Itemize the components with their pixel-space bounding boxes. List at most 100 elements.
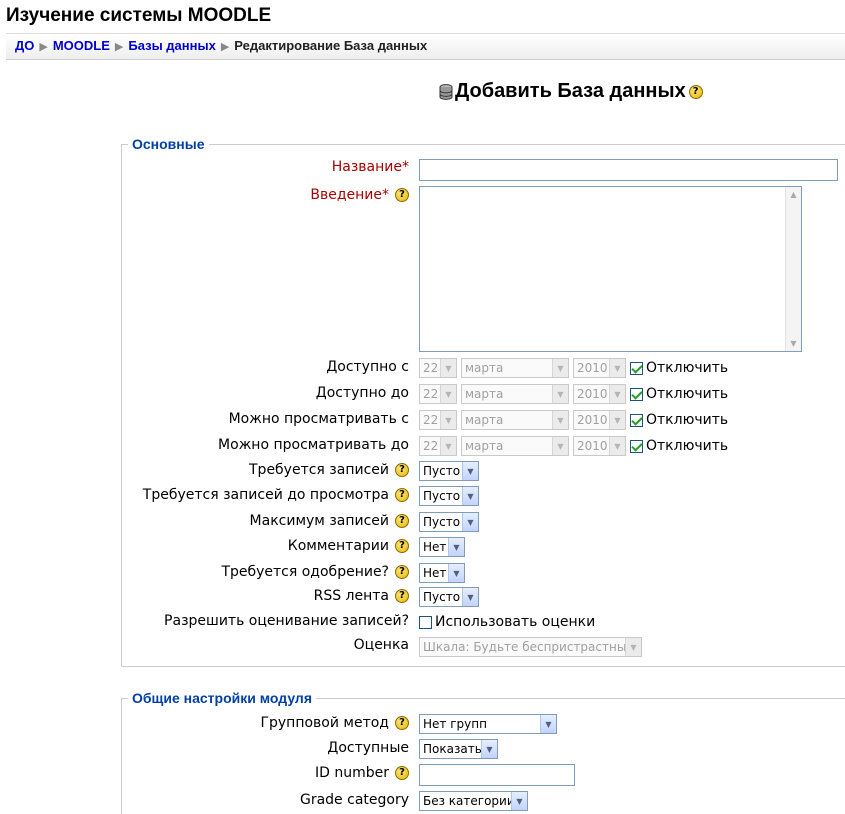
available-to-year-select[interactable]: 2010 ▼: [573, 384, 626, 404]
view-from-label: Можно просматривать с: [228, 411, 409, 427]
module-settings-legend: Общие настройки модуля: [128, 690, 316, 706]
view-to-disable-checkbox[interactable]: [630, 439, 643, 453]
allow-rating-checkbox[interactable]: [419, 615, 432, 629]
chevron-down-icon: ▼: [552, 385, 568, 403]
view-to-day-select[interactable]: 22 ▼: [419, 436, 457, 456]
intro-textarea[interactable]: ▲ ▼: [419, 186, 802, 352]
chevron-down-icon: ▼: [540, 715, 556, 733]
help-icon[interactable]: ?: [395, 565, 409, 579]
name-label: Название*: [331, 159, 409, 175]
available-from-disable-label: Отключить: [646, 360, 729, 376]
rss-label-row: RSS лента?: [314, 588, 409, 604]
available-to-disable-checkbox[interactable]: [630, 387, 643, 401]
view-from-month-select[interactable]: марта ▼: [461, 410, 569, 430]
max-entries-select[interactable]: Пусто ▼: [419, 512, 479, 532]
name-input[interactable]: [419, 159, 838, 181]
approval-select[interactable]: Нет ▼: [419, 563, 465, 583]
site-title: Изучение системы MOODLE: [6, 5, 272, 26]
chevron-down-icon: ▼: [440, 385, 456, 403]
database-icon: [439, 83, 453, 100]
approval-label: Требуется одобрение?: [221, 564, 389, 580]
rss-select[interactable]: Пусто ▼: [419, 587, 479, 607]
comments-select[interactable]: Нет ▼: [419, 537, 465, 557]
intro-control: ▲ ▼: [419, 186, 802, 352]
id-number-input[interactable]: [419, 764, 575, 786]
select-value: 22: [423, 387, 439, 401]
view-from-disable-checkbox[interactable]: [630, 413, 643, 427]
page-title-text: Добавить База данных: [455, 80, 686, 102]
available-to-label: Доступно до: [315, 385, 409, 401]
available-from-year-select[interactable]: 2010 ▼: [573, 358, 626, 378]
page-title: Добавить База данных ?: [439, 80, 703, 103]
view-from-year-select[interactable]: 2010 ▼: [573, 410, 626, 430]
visible-control: Показать ▼: [419, 739, 502, 759]
view-to-year-select[interactable]: 2010 ▼: [573, 436, 626, 456]
help-icon[interactable]: ?: [395, 766, 409, 780]
help-icon[interactable]: ?: [395, 514, 409, 528]
textarea-scrollbar[interactable]: ▲ ▼: [785, 187, 801, 351]
view-from-control: 22 ▼ марта ▼ 2010 ▼ Отключить: [419, 410, 728, 430]
view-to-month-select[interactable]: марта ▼: [461, 436, 569, 456]
visible-select[interactable]: Показать ▼: [419, 739, 498, 759]
grade-select[interactable]: Шкала: Будьте беспристрастным ▼: [419, 637, 642, 657]
chevron-down-icon: ▼: [625, 638, 641, 656]
available-from-month-select[interactable]: марта ▼: [461, 358, 569, 378]
help-icon[interactable]: ?: [395, 463, 409, 477]
chevron-down-icon: ▼: [511, 792, 527, 810]
view-to-label: Можно просматривать до: [218, 437, 409, 453]
breadcrumb-separator-icon: ▶: [39, 41, 48, 53]
select-value: 2010: [577, 361, 608, 375]
chevron-down-icon: ▼: [609, 385, 625, 403]
view-from-disable-label: Отключить: [646, 412, 729, 428]
breadcrumb-link-course[interactable]: MOODLE: [53, 38, 110, 53]
help-icon[interactable]: ?: [395, 589, 409, 603]
comments-label-row: Комментарии?: [288, 538, 409, 554]
comments-label: Комментарии: [287, 538, 389, 554]
view-to-disable-label: Отключить: [646, 438, 729, 454]
select-value: 22: [423, 413, 439, 427]
select-value: Показать: [423, 742, 481, 756]
select-value: Нет: [423, 566, 447, 580]
chevron-down-icon: ▼: [481, 740, 497, 758]
approval-label-row: Требуется одобрение??: [221, 564, 409, 580]
select-value: Нет: [423, 540, 447, 554]
required-entries-select[interactable]: Пусто ▼: [419, 461, 479, 481]
available-from-control: 22 ▼ марта ▼ 2010 ▼ Отключить: [419, 358, 728, 378]
select-value: Без категории: [423, 794, 511, 808]
select-value: 2010: [577, 439, 608, 453]
select-value: 22: [423, 361, 439, 375]
breadcrumb-link-databases[interactable]: Базы данных: [128, 38, 215, 53]
available-from-disable-checkbox[interactable]: [630, 361, 643, 375]
chevron-down-icon: ▼: [552, 411, 568, 429]
breadcrumb-link-home[interactable]: ДО: [15, 38, 34, 53]
grade-category-control: Без категории ▼: [419, 791, 532, 811]
chevron-down-icon: ▼: [448, 538, 464, 556]
grade-category-select[interactable]: Без категории ▼: [419, 791, 528, 811]
chevron-down-icon: ▼: [440, 359, 456, 377]
required-entries-view-select[interactable]: Пусто ▼: [419, 486, 479, 506]
breadcrumb-current: Редактирование База данных: [234, 38, 428, 53]
select-value: 2010: [577, 413, 608, 427]
intro-label-row: Введение*?: [310, 187, 409, 203]
view-to-control: 22 ▼ марта ▼ 2010 ▼ Отключить: [419, 436, 728, 456]
help-icon[interactable]: ?: [395, 716, 409, 730]
help-icon[interactable]: ?: [395, 188, 409, 202]
select-value: Нет групп: [423, 717, 487, 731]
help-icon[interactable]: ?: [395, 539, 409, 553]
chevron-down-icon: ▼: [440, 437, 456, 455]
approval-control: Нет ▼: [419, 563, 469, 583]
grade-control: Шкала: Будьте беспристрастным ▼: [419, 637, 646, 657]
chevron-down-icon: ▼: [609, 359, 625, 377]
group-mode-select[interactable]: Нет групп ▼: [419, 714, 557, 734]
help-icon[interactable]: ?: [688, 84, 703, 99]
help-icon[interactable]: ?: [395, 488, 409, 502]
view-from-day-select[interactable]: 22 ▼: [419, 410, 457, 430]
select-value: марта: [465, 361, 504, 375]
available-to-month-select[interactable]: марта ▼: [461, 384, 569, 404]
select-value: Шкала: Будьте беспристрастным: [423, 640, 625, 654]
available-from-day-select[interactable]: 22 ▼: [419, 358, 457, 378]
select-value: Пусто: [423, 464, 461, 478]
scroll-down-icon[interactable]: ▼: [786, 336, 801, 351]
available-to-day-select[interactable]: 22 ▼: [419, 384, 457, 404]
scroll-up-icon[interactable]: ▲: [786, 187, 801, 202]
